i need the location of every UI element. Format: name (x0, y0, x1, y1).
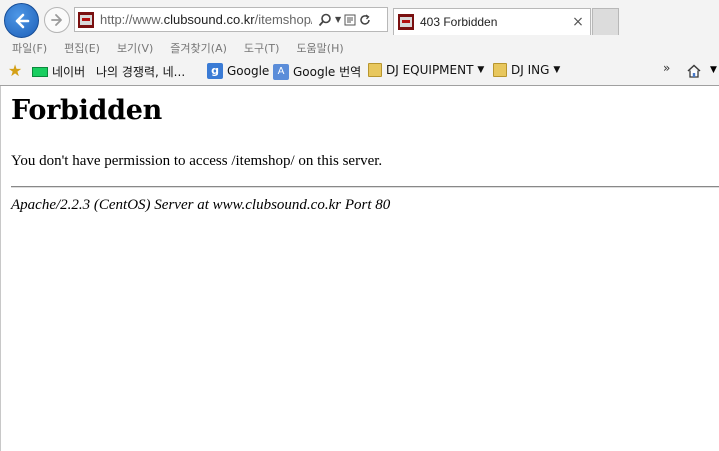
menu-help[interactable]: 도움말(H) (296, 40, 343, 56)
forward-button[interactable] (44, 7, 70, 33)
page-content: Forbidden You don't have permission to a… (0, 86, 719, 451)
favorite-folder-dj-ing[interactable]: DJ ING ▼ (493, 63, 560, 77)
favorite-google-translate[interactable]: A Google 번역 (273, 63, 361, 80)
tab-favicon-icon (398, 14, 414, 30)
new-tab-button[interactable] (592, 8, 619, 35)
favorite-label: DJ ING (511, 63, 550, 77)
refresh-icon[interactable] (359, 13, 371, 26)
favorite-label: Google 번역 (293, 65, 362, 79)
favorite-label: DJ EQUIPMENT (386, 63, 474, 77)
chevron-down-icon[interactable]: ▼ (710, 65, 717, 75)
navigation-bar: http://www.clubsound.co.kr/itemshop/ ▼ 4… (0, 0, 719, 38)
search-icon[interactable] (318, 13, 332, 27)
menu-favorites[interactable]: 즐겨찾기(A) (170, 40, 227, 56)
favorite-folder-dj-equipment[interactable]: DJ EQUIPMENT ▼ (368, 63, 484, 77)
menu-file[interactable]: 파일(F) (12, 40, 47, 56)
google-translate-icon: A (273, 63, 289, 80)
divider (11, 186, 719, 188)
menu-tools[interactable]: 도구(T) (244, 40, 280, 56)
page-title: Forbidden (11, 95, 162, 126)
chevron-down-icon: ▼ (477, 65, 485, 75)
chevron-down-icon[interactable]: ▼ (335, 15, 341, 24)
error-message: You don't have permission to access /ite… (11, 153, 383, 169)
favorite-google[interactable]: g Google (207, 63, 269, 79)
favorites-bar: ★ 네이버 나의 경쟁력, 네... g Google A Google 번역 … (0, 59, 719, 84)
folder-icon (368, 63, 382, 77)
favorite-label: Google (227, 64, 270, 78)
tab-title: 403 Forbidden (420, 15, 498, 29)
favorite-label: 네이버 (52, 65, 86, 79)
favorites-star-button[interactable]: ★ (7, 63, 23, 79)
naver-icon (32, 66, 48, 77)
menu-bar: 파일(F) 편집(E) 보기(V) 즐겨찾기(A) 도구(T) 도움말(H) (0, 37, 719, 59)
menu-view[interactable]: 보기(V) (117, 40, 153, 56)
star-add-icon: ★ (7, 61, 23, 80)
back-button[interactable] (4, 3, 39, 38)
close-tab-icon[interactable]: × (571, 14, 585, 30)
forward-arrow-icon (51, 14, 62, 26)
server-signature: Apache/2.2.3 (CentOS) Server at www.club… (11, 197, 391, 213)
compatibility-view-icon[interactable] (344, 14, 356, 26)
site-favicon-icon (78, 11, 94, 28)
favorite-competitiveness[interactable]: 나의 경쟁력, 네... (96, 63, 185, 80)
favorite-label: 나의 경쟁력, 네... (96, 65, 186, 79)
favorite-naver[interactable]: 네이버 (32, 63, 85, 80)
home-icon[interactable] (686, 63, 702, 79)
back-arrow-icon (15, 13, 29, 28)
google-icon: g (207, 63, 223, 79)
address-bar[interactable]: http://www.clubsound.co.kr/itemshop/ ▼ (74, 7, 388, 32)
url-text[interactable]: http://www.clubsound.co.kr/itemshop/ (100, 12, 312, 27)
folder-icon (493, 63, 507, 77)
tab-403-forbidden[interactable]: 403 Forbidden × (393, 8, 591, 35)
browser-chrome: http://www.clubsound.co.kr/itemshop/ ▼ 4… (0, 0, 719, 86)
chevron-down-icon: ▼ (553, 65, 561, 75)
favorites-overflow-icon[interactable]: » (663, 61, 670, 75)
menu-edit[interactable]: 편집(E) (64, 40, 100, 56)
